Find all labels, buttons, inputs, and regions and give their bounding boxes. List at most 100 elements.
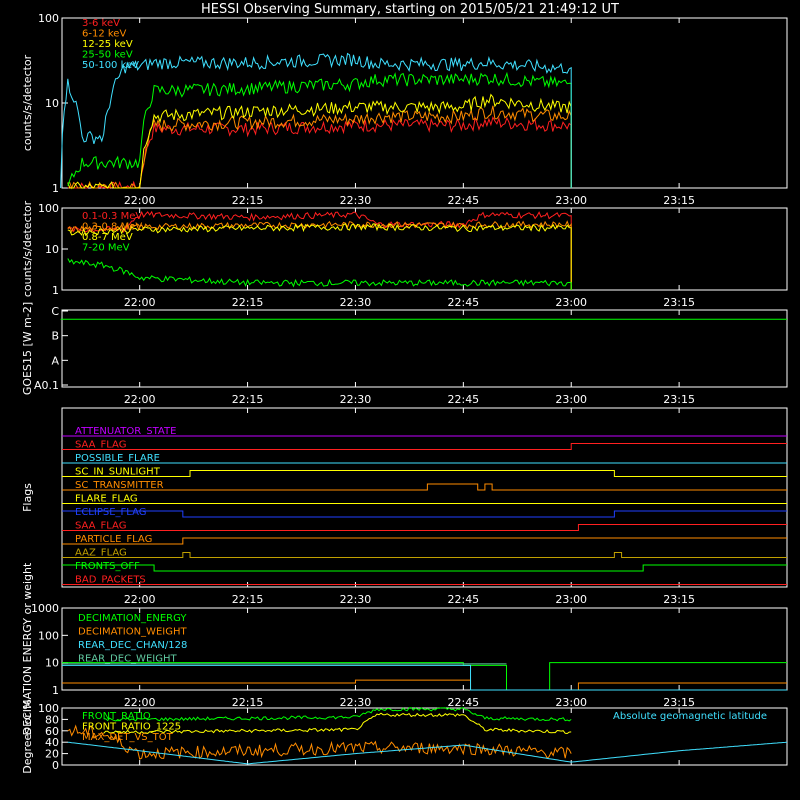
flag-label: FLARE_FLAG	[75, 494, 138, 505]
flag-label: FRONTS_OFF	[75, 561, 140, 572]
flag-label: ECLIPSE_FLAG	[75, 507, 146, 518]
flag-line	[62, 483, 787, 491]
flag-label: SC_TRANSMITTER	[75, 480, 164, 491]
legend-entry: 12-25 keV	[82, 39, 133, 50]
panel-high-energy-rates: counts/s/detector 1 10 100 22:00 22:15 22:30 22…	[21, 200, 788, 309]
x-tick-label: 23:15	[663, 593, 695, 606]
x-tick-label: 22:15	[232, 696, 264, 709]
decimation-line	[62, 664, 787, 691]
legend-entry: 50-100 keV	[82, 60, 139, 71]
series-line	[67, 93, 572, 189]
y-axis-label: counts/s/detector	[21, 54, 34, 151]
y-axis-label: counts/s/detector	[21, 200, 34, 297]
y-tick-label: 10	[45, 97, 59, 110]
y-tick-label: C	[51, 305, 59, 318]
y-axis-label: Flags	[21, 483, 34, 512]
y-axis-label: GOES15 [W m-2]	[21, 302, 34, 395]
flag-label: BAD_PACKETS	[75, 575, 146, 586]
series-line	[67, 258, 572, 290]
x-tick-label: 22:30	[340, 194, 372, 207]
y-tick-label: 100	[38, 202, 59, 215]
flag-label: POSSIBLE_FLARE	[75, 453, 160, 464]
legend-entry: 3-6 keV	[82, 18, 120, 29]
legend-entry: DECIMATION_ENERGY	[78, 613, 187, 624]
y-tick-label: 10	[45, 243, 59, 256]
series-line	[103, 707, 572, 722]
x-tick-label: 22:00	[124, 393, 156, 406]
flag-label: SAA_FLAG	[75, 440, 126, 451]
y-tick-label: 100	[38, 702, 59, 715]
hessi-observing-summary: HESSI Observing Summary, starting on 201…	[21, 2, 788, 774]
x-tick-label: 23:00	[555, 393, 587, 406]
x-tick-label: 22:45	[447, 194, 479, 207]
y-tick-label: 1000	[31, 602, 59, 615]
flag-label: PARTICLE_FLAG	[75, 534, 152, 545]
y-tick-label: 20	[45, 748, 59, 761]
x-tick-label: 22:45	[447, 296, 479, 309]
y-tick-label: 100	[38, 12, 59, 25]
legend-entry: FRONT_RATIO_1225	[82, 722, 181, 733]
y-tick-label: 10	[45, 657, 59, 670]
panel-goes: GOES15 [W m-2] A0.1 ABC 22:00 22:15 22:30 22:4…	[21, 302, 788, 406]
x-tick-label: 23:00	[555, 296, 587, 309]
x-tick-label: 23:15	[663, 194, 695, 207]
x-tick-label: 22:15	[232, 296, 264, 309]
x-tick-label: 22:45	[447, 393, 479, 406]
y-tick-label: 100	[38, 629, 59, 642]
x-tick-label: 22:00	[124, 696, 156, 709]
annotation: Absolute geomagnetic latitude	[613, 711, 767, 722]
panel-low-energy-rates: counts/s/detector 1 10 100 22:00 22:15 22:30 22…	[21, 12, 788, 207]
flag-line	[62, 524, 787, 531]
x-tick-label: 22:00	[124, 593, 156, 606]
flag-label: SC_IN_SUNLIGHT	[75, 467, 161, 478]
flag-line	[62, 564, 787, 572]
x-tick-label: 23:15	[663, 696, 695, 709]
decimation-line	[62, 662, 787, 691]
series-line	[67, 105, 572, 190]
x-tick-label: 22:45	[447, 593, 479, 606]
decimation-line	[62, 679, 787, 691]
legend-entry: 7-20 MeV	[82, 243, 130, 254]
legend-entry: 6-12 keV	[82, 29, 126, 40]
x-tick-label: 22:30	[340, 296, 372, 309]
x-tick-label: 22:30	[340, 393, 372, 406]
x-tick-label: 22:00	[124, 296, 156, 309]
y-tick-label: 40	[45, 736, 59, 749]
x-tick-label: 22:30	[340, 696, 372, 709]
y-tick-label: B	[51, 330, 59, 343]
panel-frame	[61, 17, 788, 189]
x-tick-label: 22:00	[124, 194, 156, 207]
flag-line	[62, 510, 787, 518]
legend-entry: MAX_DET_VS_TOT	[82, 732, 174, 743]
y-tick-label: 60	[45, 725, 59, 738]
x-tick-label: 22:15	[232, 393, 264, 406]
x-tick-label: 23:15	[663, 296, 695, 309]
legend-entry: 0.3-0.8 MeV	[82, 222, 142, 233]
y-tick-label: A0.1	[34, 379, 59, 392]
x-tick-label: 22:45	[447, 696, 479, 709]
flag-line	[62, 470, 787, 477]
y-tick-label: 0	[52, 759, 59, 772]
flag-line	[62, 443, 787, 450]
y-tick-label: 1	[52, 284, 59, 297]
panel-frame	[61, 207, 788, 291]
x-tick-label: 22:30	[340, 593, 372, 606]
legend-entry: REAR_DEC_WEIGHT	[78, 654, 177, 665]
flag-label: ATTENUATOR_STATE	[75, 426, 176, 437]
panel-ratios: Degrees or % 020406080100 FRONT_RATIOFRONT…	[21, 699, 788, 774]
legend-entry: 25-50 keV	[82, 50, 133, 61]
panel-flags: Flags 22:00 22:15 22:30 22:45 23:00 23:15 ATTEN…	[21, 407, 788, 606]
flag-label: AAZ_FLAG	[75, 548, 127, 559]
legend-entry: DECIMATION_WEIGHT	[78, 627, 187, 638]
legend-entry: 0.1-0.3 MeV	[82, 211, 142, 222]
y-axis-label: Degrees or %	[21, 699, 34, 773]
x-tick-label: 23:15	[663, 393, 695, 406]
y-tick-label: A	[51, 354, 59, 367]
y-tick-label: 1	[52, 182, 59, 195]
panel-frame	[61, 309, 788, 388]
x-tick-label: 23:00	[555, 696, 587, 709]
x-tick-label: 23:00	[555, 194, 587, 207]
y-tick-label: 80	[45, 713, 59, 726]
legend-entry: FRONT_RATIO	[82, 711, 151, 722]
flag-line	[62, 552, 787, 558]
